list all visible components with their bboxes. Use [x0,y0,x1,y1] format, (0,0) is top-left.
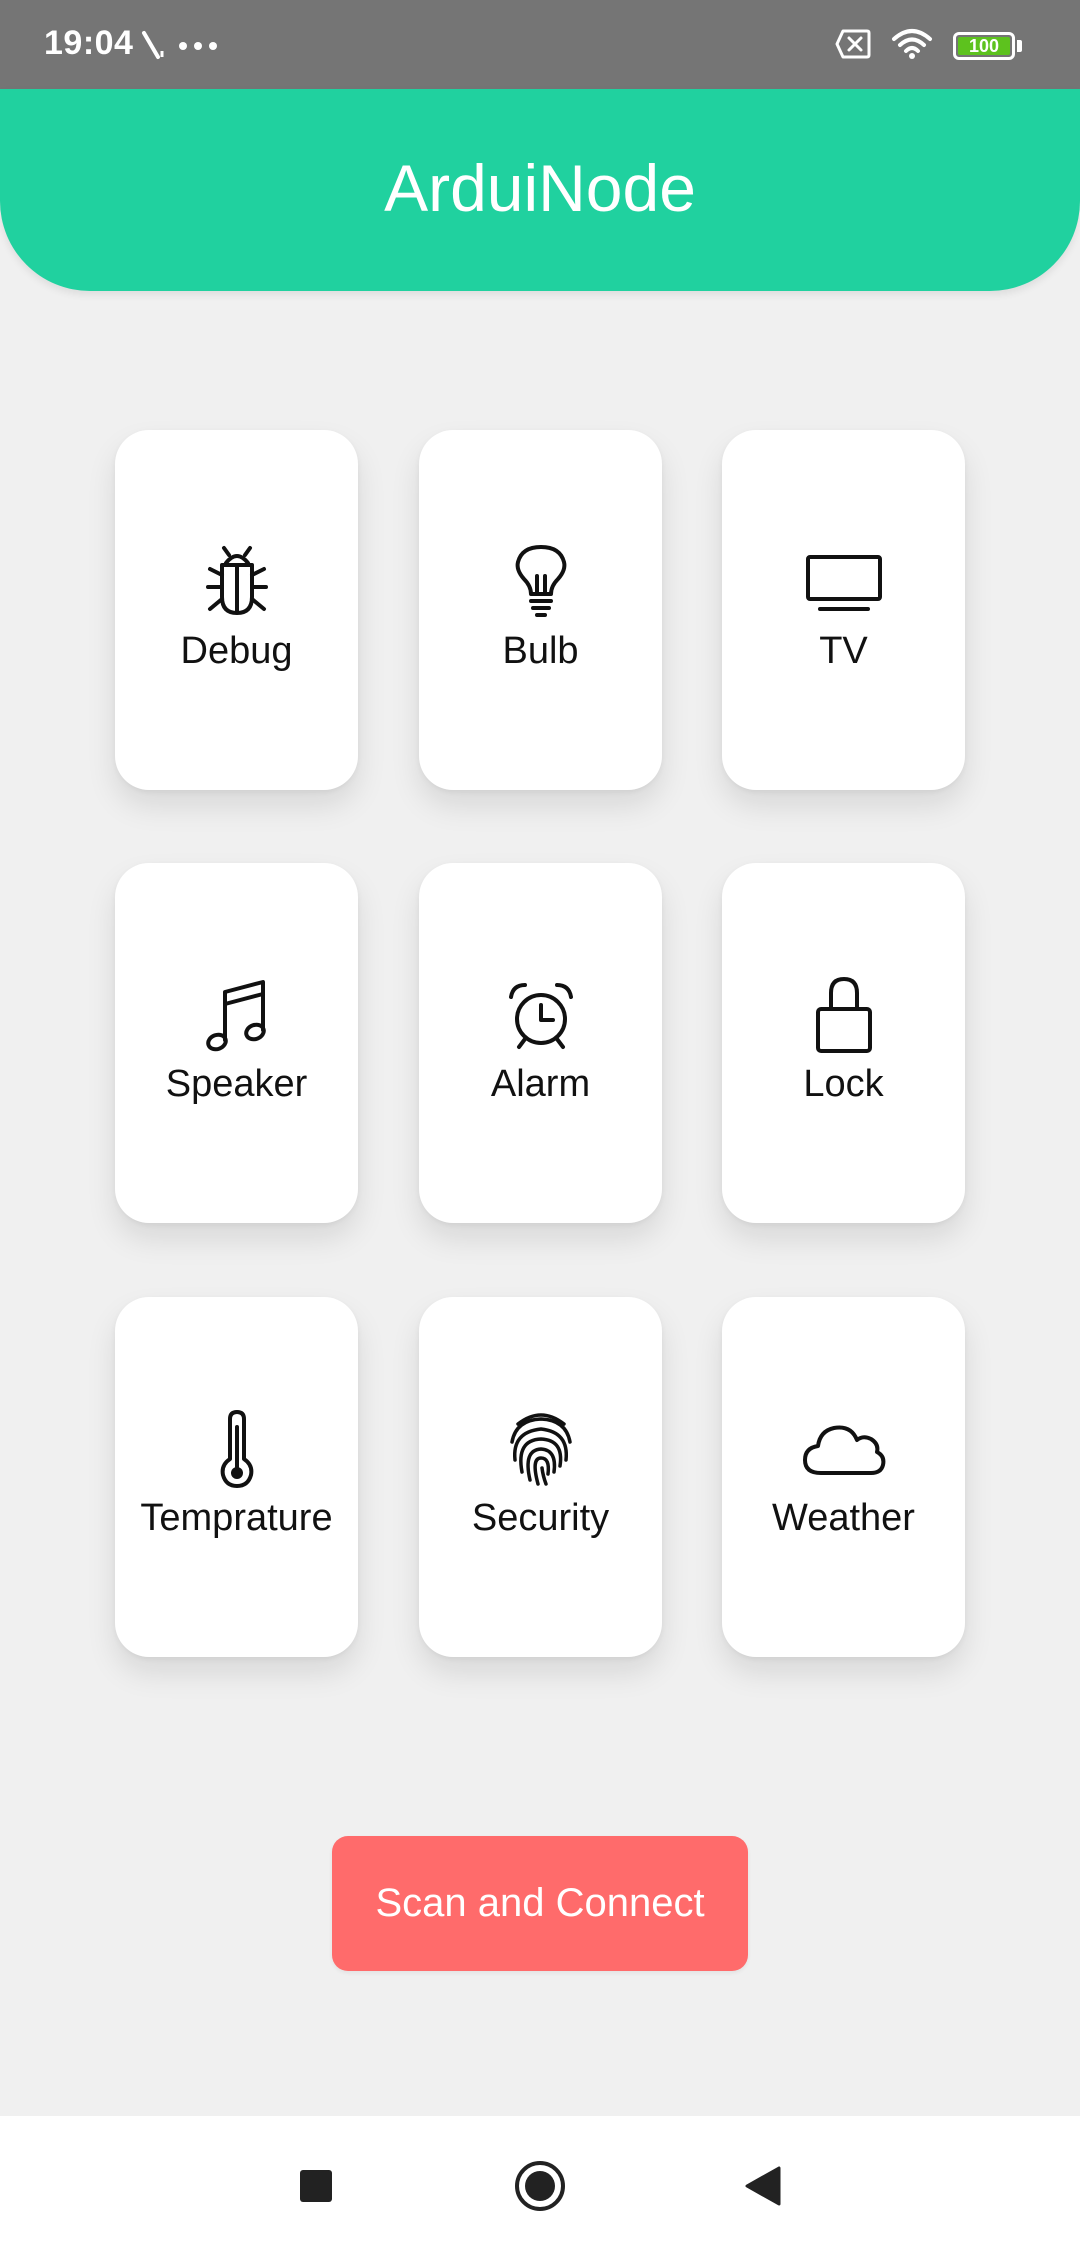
tile-speaker[interactable]: Speaker [115,863,358,1223]
tile-debug[interactable]: Debug [115,430,358,790]
tile-label: Debug [180,630,293,672]
home-circle-icon[interactable] [510,2156,570,2216]
fingerprint-icon [419,1409,662,1489]
recents-square-icon[interactable] [286,2156,346,2216]
app-header: ArduiNode [0,89,1080,291]
tile-alarm[interactable]: Alarm [419,863,662,1223]
battery-icon: 100 [953,32,1022,60]
tile-label: Alarm [490,1063,591,1105]
wifi-icon [891,28,933,65]
thermometer-icon [115,1409,358,1489]
status-left-icons [140,28,218,68]
alarm-clock-icon [419,975,662,1055]
status-bar: 19:04 100 [0,0,1080,89]
navigation-bar [0,2116,1080,2246]
back-triangle-icon[interactable] [733,2156,793,2216]
cloud-icon [722,1409,965,1489]
status-right-icons: 100 [835,26,1022,66]
music-note-icon [115,975,358,1055]
tile-temprature[interactable]: Temprature [115,1297,358,1657]
app-title: ArduiNode [384,150,696,225]
tile-security[interactable]: Security [419,1297,662,1657]
tile-tv[interactable]: TV [722,430,965,790]
tile-label: Lock [803,1063,884,1105]
lock-icon [722,975,965,1055]
tile-label: TV [819,630,868,672]
tile-label: Temprature [140,1497,333,1539]
status-time: 19:04 [44,24,134,62]
sim-off-icon [835,29,871,64]
tile-weather[interactable]: Weather [722,1297,965,1657]
tile-label: Security [471,1497,610,1539]
tile-label: Weather [772,1497,915,1539]
more-dots-icon [178,39,218,57]
battery-level: 100 [968,36,1000,56]
tile-lock[interactable]: Lock [722,863,965,1223]
bug-icon [115,542,358,622]
battery-body: 100 [953,32,1015,60]
scan-and-connect-button[interactable]: Scan and Connect [332,1836,748,1971]
tile-label: Bulb [502,630,579,672]
tile-bulb[interactable]: Bulb [419,430,662,790]
signal-slash-icon [140,29,166,68]
battery-tip [1017,40,1022,52]
tile-label: Speaker [165,1063,308,1105]
tv-icon [722,542,965,622]
lightbulb-icon [419,542,662,622]
